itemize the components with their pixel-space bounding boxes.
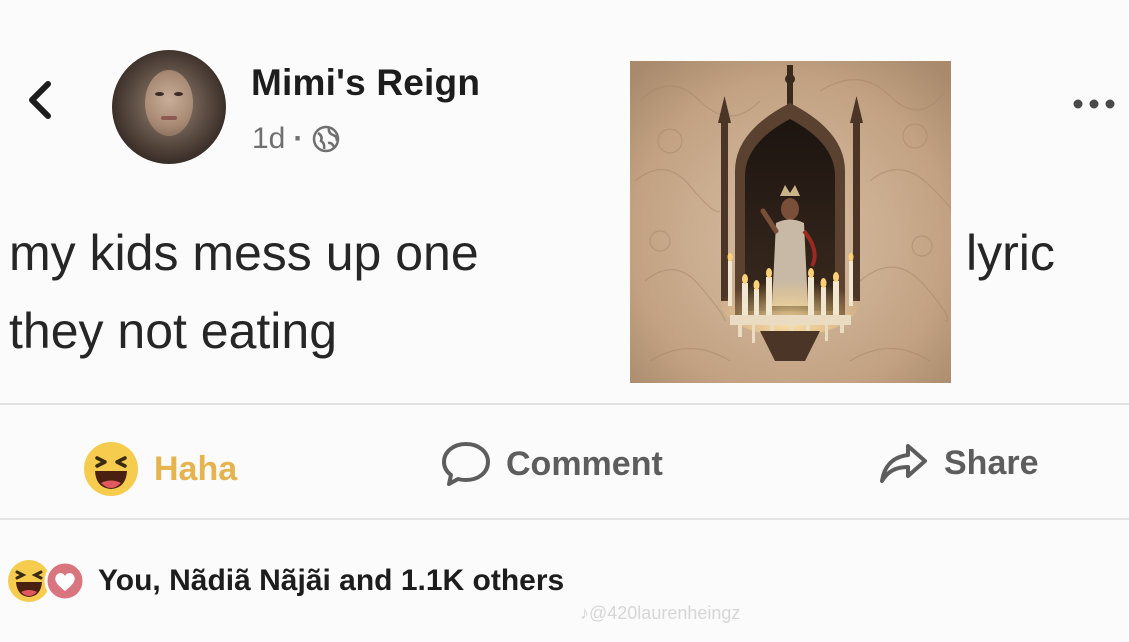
album-cover-art [630, 61, 951, 383]
back-button[interactable] [22, 78, 62, 122]
comment-label: Comment [506, 444, 663, 483]
post-time[interactable]: 1d [252, 122, 285, 156]
divider [0, 518, 1129, 520]
avatar-face [145, 70, 193, 136]
post-text-line1: my kids mess up one [9, 225, 479, 281]
meta-separator: · [293, 122, 304, 155]
globe-icon [313, 125, 340, 153]
post-text-line1-end: lyric [966, 225, 1055, 281]
more-icon [1073, 99, 1115, 109]
more-options-button[interactable] [1068, 92, 1120, 116]
share-button[interactable]: Share [878, 440, 1039, 486]
share-label: Share [944, 443, 1039, 482]
author-name[interactable]: Mimi's Reign [251, 62, 480, 104]
love-icon [44, 560, 86, 602]
haha-button[interactable]: Haha [82, 440, 237, 498]
avatar-mouth [161, 116, 177, 120]
reactions-summary[interactable]: You, Nãdiã Nãjãi and 1.1K others [6, 558, 564, 604]
reactions-text: You, Nãdiã Nãjãi and 1.1K others [98, 564, 565, 597]
divider [0, 403, 1129, 405]
haha-label: Haha [154, 449, 238, 488]
avatar[interactable] [112, 50, 226, 164]
tiktok-watermark: ♪@420laurenheingz [580, 603, 741, 623]
album-cover-image [630, 61, 951, 383]
avatar-eye [155, 92, 164, 96]
haha-icon [84, 442, 138, 496]
post-text-line2: they not eating [9, 303, 338, 359]
chevron-left-icon [29, 81, 51, 119]
avatar-eye [174, 92, 183, 96]
comment-icon [442, 442, 490, 486]
post-meta: 1d · [252, 122, 341, 156]
reaction-icons [6, 558, 86, 604]
comment-button[interactable]: Comment [440, 440, 663, 488]
share-icon [880, 444, 927, 483]
